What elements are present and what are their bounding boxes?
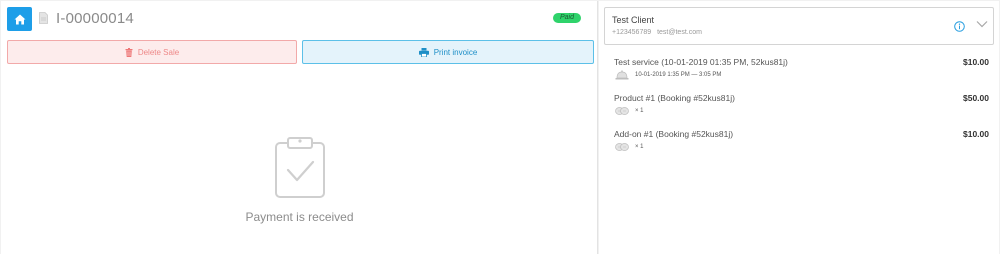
client-contact: +123456789 test@test.com: [612, 29, 702, 36]
line-item-quantity: × 1: [635, 144, 644, 150]
line-item-price: $10.00: [963, 129, 989, 139]
client-selector[interactable]: Test Client +123456789 test@test.com: [604, 7, 994, 45]
home-icon: [14, 14, 25, 24]
addon-boxes-icon: [615, 143, 629, 151]
line-item-title: Product #1 (Booking #52kus81j): [614, 93, 735, 103]
client-email: test@test.com: [657, 29, 702, 36]
sale-panel: I-00000014 Paid Delete Sale Print invoic…: [1, 1, 598, 254]
line-item-time: 10-01-2019 1:35 PM — 3:05 PM: [635, 72, 722, 78]
line-item-price: $50.00: [963, 93, 989, 103]
line-item-meta: × 1: [615, 142, 644, 152]
invoice-number: I-00000014: [56, 10, 134, 27]
trash-icon: [125, 47, 133, 57]
line-item-meta: × 1: [615, 106, 644, 116]
chevron-down-icon[interactable]: [976, 20, 988, 28]
delete-sale-label: Delete Sale: [137, 47, 180, 57]
product-boxes-icon: [615, 107, 629, 115]
line-item-title: Test service (10-01-2019 01:35 PM, 52kus…: [614, 57, 788, 67]
client-name: Test Client: [612, 15, 655, 25]
delete-sale-button[interactable]: Delete Sale: [7, 40, 297, 64]
status-badge: Paid: [553, 13, 582, 23]
home-button[interactable]: [7, 7, 32, 31]
line-item-price: $10.00: [963, 57, 989, 67]
document-icon: [39, 12, 48, 24]
line-item-title: Add-on #1 (Booking #52kus81j): [614, 129, 734, 139]
print-invoice-label: Print invoice: [433, 47, 478, 57]
client-phone: +123456789: [612, 29, 652, 36]
sale-detail-view: I-00000014 Paid Delete Sale Print invoic…: [0, 0, 1000, 254]
payment-received-message: Payment is received: [245, 210, 354, 224]
client-and-items-panel: Test Client +123456789 test@test.com Tes…: [599, 1, 999, 254]
service-bell-icon: [615, 70, 629, 80]
printer-icon: [418, 47, 429, 57]
line-item-quantity: × 1: [635, 108, 644, 114]
print-invoice-button[interactable]: Print invoice: [302, 40, 594, 64]
info-icon[interactable]: [954, 21, 965, 32]
line-item-meta: 10-01-2019 1:35 PM — 3:05 PM: [615, 70, 721, 80]
clipboard-check-icon: [275, 137, 325, 198]
